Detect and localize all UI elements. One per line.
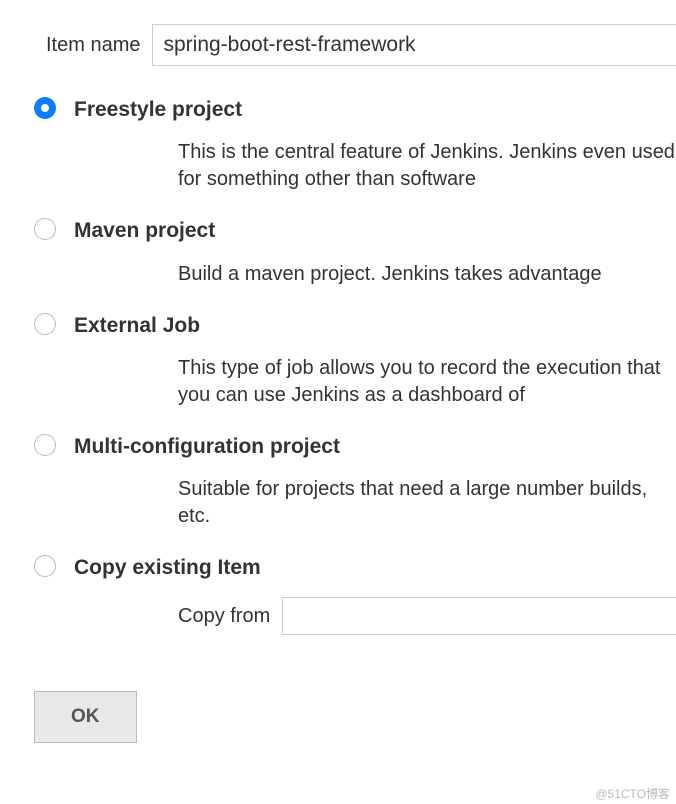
option-title-copy: Copy existing Item bbox=[74, 554, 676, 581]
option-desc-maven: Build a maven project. Jenkins takes adv… bbox=[34, 249, 676, 302]
radio-multiconfig[interactable] bbox=[34, 434, 56, 456]
copy-from-row: Copy from bbox=[34, 585, 676, 635]
item-name-label: Item name bbox=[46, 34, 140, 57]
option-freestyle[interactable]: Freestyle project bbox=[34, 86, 676, 127]
option-title-maven: Maven project bbox=[74, 217, 676, 244]
option-external[interactable]: External Job bbox=[34, 302, 676, 343]
option-multiconfig[interactable]: Multi-configuration project bbox=[34, 423, 676, 464]
option-desc-freestyle: This is the central feature of Jenkins. … bbox=[34, 127, 676, 207]
ok-button[interactable]: OK bbox=[34, 691, 137, 743]
copy-from-input[interactable] bbox=[282, 597, 676, 635]
radio-copy[interactable] bbox=[34, 555, 56, 577]
option-copy[interactable]: Copy existing Item bbox=[34, 544, 676, 585]
option-title-freestyle: Freestyle project bbox=[74, 96, 676, 123]
radio-maven[interactable] bbox=[34, 218, 56, 240]
item-name-input[interactable] bbox=[152, 24, 676, 66]
option-desc-external: This type of job allows you to record th… bbox=[34, 343, 676, 423]
radio-external[interactable] bbox=[34, 313, 56, 335]
radio-freestyle[interactable] bbox=[34, 97, 56, 119]
copy-from-label: Copy from bbox=[178, 605, 270, 628]
option-desc-multiconfig: Suitable for projects that need a large … bbox=[34, 464, 676, 544]
watermark: @51CTO博客 bbox=[595, 785, 670, 802]
button-row: OK bbox=[0, 635, 676, 743]
option-title-multiconfig: Multi-configuration project bbox=[74, 433, 676, 460]
item-name-row: Item name bbox=[0, 0, 676, 86]
project-type-options: Freestyle project This is the central fe… bbox=[0, 86, 676, 635]
option-title-external: External Job bbox=[74, 312, 676, 339]
option-maven[interactable]: Maven project bbox=[34, 207, 676, 248]
